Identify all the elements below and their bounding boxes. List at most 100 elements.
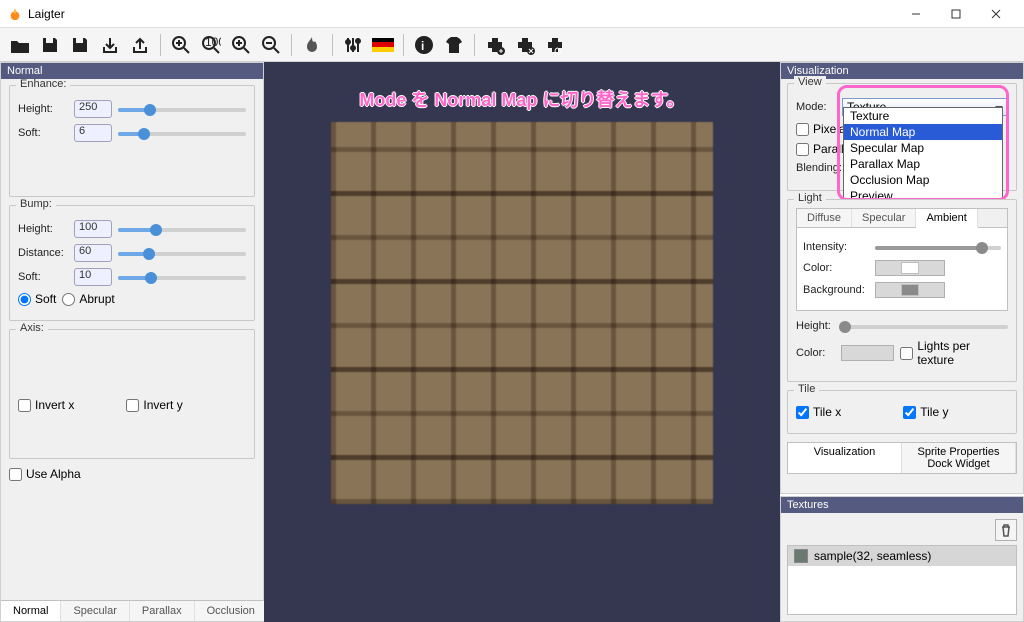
- use-alpha-checkbox[interactable]: Use Alpha: [9, 467, 255, 481]
- lights-per-texture-label: Lights per texture: [917, 339, 1008, 367]
- zoom-reset-icon[interactable]: 100: [199, 33, 223, 57]
- plugin-add-icon[interactable]: [483, 33, 507, 57]
- open-icon[interactable]: [8, 33, 32, 57]
- axis-group: Axis: Invert x Invert y: [9, 329, 255, 459]
- bump-soft-label: Soft:: [18, 271, 68, 283]
- intensity-slider[interactable]: [875, 240, 1001, 254]
- bump-abrupt-radio[interactable]: Abrupt: [62, 292, 114, 306]
- bump-distance-value[interactable]: 60: [74, 244, 112, 262]
- tab-specular[interactable]: Specular: [61, 601, 129, 621]
- light-height-label: Height:: [796, 320, 836, 332]
- lights-per-texture-checkbox[interactable]: Lights per texture: [900, 339, 1008, 367]
- background-label: Background:: [803, 284, 869, 296]
- bump-soft-radio-label: Soft: [35, 292, 56, 306]
- enhance-label: Enhance:: [16, 79, 70, 90]
- blending-label: Blending:: [796, 162, 846, 174]
- settings-sliders-icon[interactable]: [341, 33, 365, 57]
- titlebar: Laigter: [0, 0, 1024, 28]
- zoom-out-icon[interactable]: [259, 33, 283, 57]
- tab-parallax[interactable]: Parallax: [130, 601, 195, 621]
- toolbar: 100 i: [0, 28, 1024, 62]
- mode-option-normal-map[interactable]: Normal Map: [844, 124, 1002, 140]
- enhance-height-label: Height:: [18, 103, 68, 115]
- invert-y-checkbox[interactable]: Invert y: [126, 398, 182, 412]
- mode-option-occlusion-map[interactable]: Occlusion Map: [844, 172, 1002, 188]
- mode-option-specular-map[interactable]: Specular Map: [844, 140, 1002, 156]
- bump-abrupt-radio-label: Abrupt: [79, 292, 114, 306]
- texture-item-label: sample(32, seamless): [814, 549, 931, 563]
- light-color-label: Color:: [803, 262, 869, 274]
- view-label: View: [794, 76, 826, 88]
- tile-group: Tile Tile x Tile y: [787, 390, 1017, 434]
- fire-icon[interactable]: [300, 33, 324, 57]
- bump-distance-label: Distance:: [18, 247, 68, 259]
- light-tab-specular[interactable]: Specular: [852, 209, 916, 227]
- tile-y-label: Tile y: [920, 405, 948, 419]
- right-column: Visualization View Mode: Texture Pixelat…: [780, 62, 1024, 622]
- left-panel-title: Normal: [1, 63, 263, 79]
- export-icon[interactable]: [128, 33, 152, 57]
- plugin-refresh-icon[interactable]: [543, 33, 567, 57]
- bump-height-label: Height:: [18, 223, 68, 235]
- minimize-button[interactable]: [896, 2, 936, 26]
- dock-tab-sprite-properties[interactable]: Sprite Properties Dock Widget: [902, 443, 1016, 473]
- mode-option-texture[interactable]: Texture: [844, 108, 1002, 124]
- bump-height-slider[interactable]: [118, 222, 246, 236]
- import-icon[interactable]: [98, 33, 122, 57]
- texture-preview: [331, 122, 713, 504]
- mode-dropdown-list[interactable]: Texture Normal Map Specular Map Parallax…: [843, 107, 1003, 205]
- tshirt-icon[interactable]: [442, 33, 466, 57]
- window-title: Laigter: [28, 7, 896, 21]
- close-button[interactable]: [976, 2, 1016, 26]
- dock-tab-visualization[interactable]: Visualization: [788, 443, 902, 473]
- left-tabs: Normal Specular Parallax Occlusion: [1, 600, 263, 621]
- texture-thumbnail-icon: [794, 549, 808, 563]
- plugin-remove-icon[interactable]: [513, 33, 537, 57]
- textures-list[interactable]: sample(32, seamless): [787, 545, 1017, 615]
- enhance-soft-slider[interactable]: [118, 126, 246, 140]
- enhance-height-value[interactable]: 250: [74, 100, 112, 118]
- intensity-label: Intensity:: [803, 241, 869, 253]
- left-panel: Normal Enhance: Height: 250 Soft: 6 B: [0, 62, 264, 622]
- parallax-checkbox[interactable]: Parall: [796, 142, 844, 156]
- background-color-swatch[interactable]: [875, 282, 945, 298]
- light-color2-swatch[interactable]: [841, 345, 894, 361]
- right-dock-tabs: Visualization Sprite Properties Dock Wid…: [787, 442, 1017, 474]
- tile-x-label: Tile x: [813, 405, 841, 419]
- enhance-height-slider[interactable]: [118, 102, 246, 116]
- instruction-overlay: Mode を Normal Map に切り替えます。: [264, 86, 780, 112]
- save-as-icon[interactable]: [68, 33, 92, 57]
- mode-label: Mode:: [796, 101, 836, 113]
- tab-normal[interactable]: Normal: [1, 601, 61, 621]
- language-flag-icon[interactable]: [371, 33, 395, 57]
- zoom-in-icon[interactable]: [169, 33, 193, 57]
- app-logo-icon: [8, 7, 22, 21]
- tab-occlusion[interactable]: Occlusion: [195, 601, 268, 621]
- parallax-label: Parall: [813, 142, 844, 156]
- tile-y-checkbox[interactable]: Tile y: [903, 405, 948, 419]
- light-color2-label: Color:: [796, 347, 835, 359]
- light-tab-diffuse[interactable]: Diffuse: [797, 209, 852, 227]
- mode-option-parallax-map[interactable]: Parallax Map: [844, 156, 1002, 172]
- bump-soft-value[interactable]: 10: [74, 268, 112, 286]
- light-height-slider[interactable]: [842, 319, 1008, 333]
- tile-label: Tile: [794, 383, 819, 395]
- enhance-soft-value[interactable]: 6: [74, 124, 112, 142]
- use-alpha-label: Use Alpha: [26, 467, 81, 481]
- light-color-swatch[interactable]: [875, 260, 945, 276]
- info-icon[interactable]: i: [412, 33, 436, 57]
- light-tab-ambient[interactable]: Ambient: [916, 209, 977, 228]
- maximize-button[interactable]: [936, 2, 976, 26]
- zoom-fit-icon[interactable]: [229, 33, 253, 57]
- bump-distance-slider[interactable]: [118, 246, 246, 260]
- invert-x-checkbox[interactable]: Invert x: [18, 398, 74, 412]
- save-icon[interactable]: [38, 33, 62, 57]
- light-group: Light Diffuse Specular Ambient Intensity…: [787, 199, 1017, 382]
- delete-texture-button[interactable]: [995, 519, 1017, 541]
- bump-soft-slider[interactable]: [118, 270, 246, 284]
- bump-soft-radio[interactable]: Soft: [18, 292, 56, 306]
- texture-list-item[interactable]: sample(32, seamless): [788, 546, 1016, 566]
- bump-height-value[interactable]: 100: [74, 220, 112, 238]
- tile-x-checkbox[interactable]: Tile x: [796, 405, 841, 419]
- viewport[interactable]: Mode を Normal Map に切り替えます。: [264, 62, 780, 622]
